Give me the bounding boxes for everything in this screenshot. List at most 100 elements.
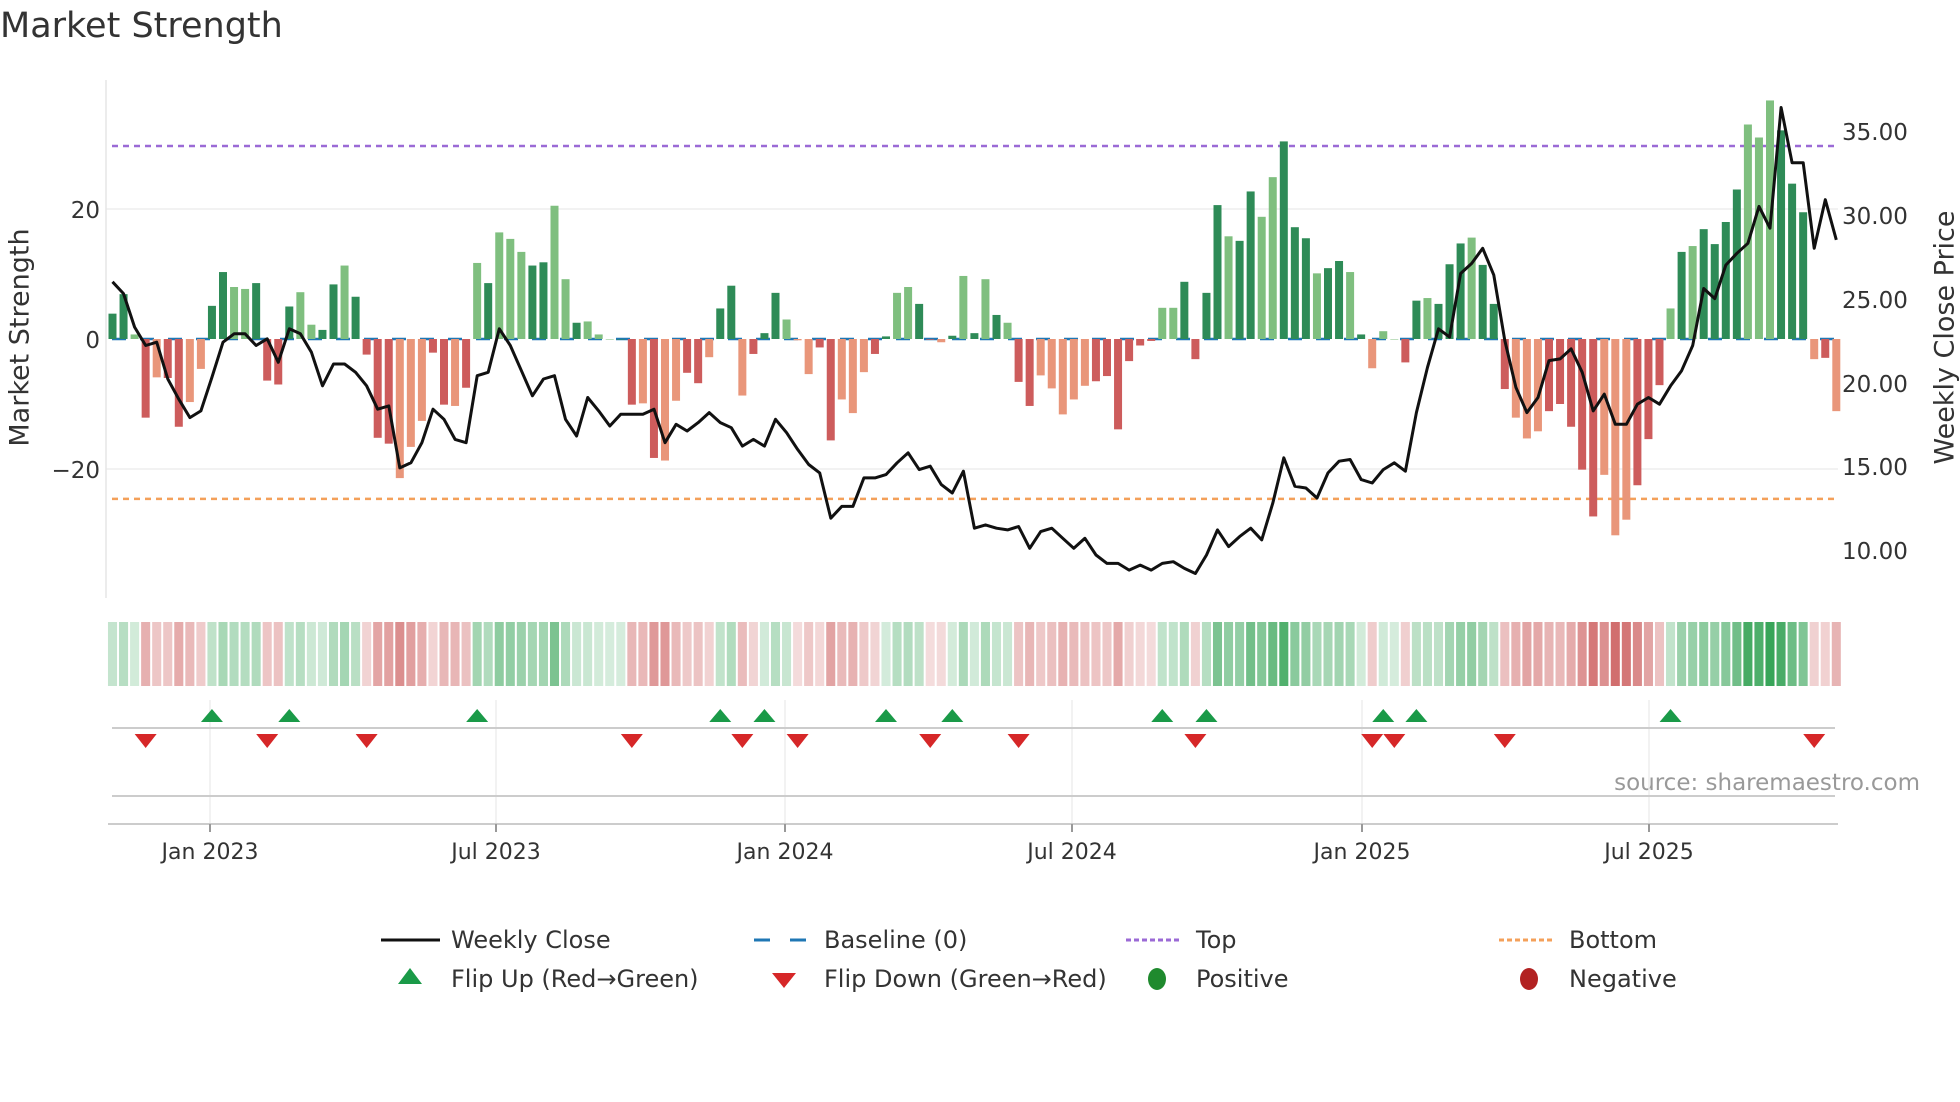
strength-bar (1290, 227, 1299, 339)
strip-cell (1776, 622, 1786, 686)
positive-circle-icon (1148, 968, 1166, 990)
strip-cell (1323, 622, 1333, 686)
strength-bar (1202, 292, 1211, 339)
strength-bar (1611, 339, 1620, 536)
strength-bar (1810, 339, 1819, 360)
strength-bar (1335, 261, 1344, 339)
strip-cell (1069, 622, 1079, 686)
strip-cell (1820, 622, 1830, 686)
legend-item-negative[interactable]: Negative (1569, 965, 1677, 993)
strip-cell (1577, 622, 1587, 686)
flip-up-marker (1151, 709, 1174, 722)
strength-bar (1213, 205, 1222, 339)
strength-bar (1699, 229, 1708, 339)
strip-cell (715, 622, 725, 686)
strip-cell (1666, 622, 1676, 686)
legend-item-flip-up[interactable]: Flip Up (Red→Green) (451, 965, 699, 993)
strip-cell (892, 622, 902, 686)
strip-cell (273, 622, 283, 686)
strength-bar (406, 339, 415, 447)
y-tick-label: −20 (51, 458, 100, 484)
strip-cell (1721, 622, 1731, 686)
strip-cell (1456, 622, 1466, 686)
strength-bar (207, 305, 216, 339)
strength-bar (550, 205, 559, 339)
legend-item-flip-down[interactable]: Flip Down (Green→Red) (824, 965, 1107, 993)
strength-bar (1401, 339, 1410, 363)
strength-bar (1467, 237, 1476, 339)
legend-item-weekly-close[interactable]: Weekly Close (451, 926, 611, 954)
strip-cell (417, 622, 427, 686)
strip-cell (594, 622, 604, 686)
y-ticks: 20 0 −20 (51, 198, 100, 484)
strip-cell (130, 622, 140, 686)
strip-cell (815, 622, 825, 686)
strip-cell (980, 622, 990, 686)
strength-bar (1224, 236, 1233, 339)
strip-cell (1411, 622, 1421, 686)
strip-cell (362, 622, 372, 686)
strip-cell (848, 622, 858, 686)
strength-bar (241, 288, 250, 339)
strip-cell (163, 622, 173, 686)
legend-item-top[interactable]: Top (1196, 926, 1237, 954)
negative-circle-icon (1520, 968, 1538, 990)
flip-down-marker (355, 734, 378, 748)
strength-bar (583, 321, 592, 339)
strip-cell (483, 622, 493, 686)
strip-cell (804, 622, 814, 686)
strip-cell (1433, 622, 1444, 686)
strength-bar (572, 322, 581, 339)
triangle-down-icon (772, 973, 796, 988)
strength-bar (1556, 339, 1565, 404)
strength-bar (1379, 331, 1388, 339)
legend-item-baseline[interactable]: Baseline (0) (824, 926, 967, 954)
strength-bar (1589, 339, 1598, 517)
strength-bar (307, 324, 316, 339)
strip-cell (351, 622, 361, 686)
strip-cell (1246, 622, 1256, 686)
strength-bar (1312, 273, 1321, 339)
strip-cell (770, 622, 781, 686)
strength-bar (1147, 339, 1156, 341)
strength-bar (870, 339, 879, 354)
y2-tick-label: 20.00 (1842, 372, 1908, 398)
strip-cell (969, 622, 979, 686)
strength-bar (915, 303, 924, 339)
strength-bar (1091, 339, 1100, 382)
strength-bar (705, 339, 714, 358)
strength-bar (1412, 300, 1421, 339)
strip-cell (1257, 622, 1267, 686)
strip-cell (1710, 622, 1720, 686)
strength-bar (1721, 222, 1730, 339)
strip-cell (196, 622, 206, 686)
strip-cell (1201, 622, 1211, 686)
strip-cell (174, 622, 184, 686)
legend-item-bottom[interactable]: Bottom (1569, 926, 1657, 954)
strip-cell (671, 622, 681, 686)
strip-cell (1224, 622, 1234, 686)
strip-cell (505, 622, 515, 686)
y2-tick-label: 15.00 (1842, 455, 1908, 481)
strength-bar (340, 265, 349, 339)
strip-cell (1356, 622, 1366, 686)
strength-bar (1036, 339, 1045, 376)
strip-cell (583, 622, 593, 686)
legend-item-positive[interactable]: Positive (1196, 965, 1289, 993)
strength-bar (318, 329, 327, 339)
strength-bar (694, 339, 703, 384)
strength-bar (738, 339, 747, 396)
strength-bar (716, 308, 725, 339)
flip-down-marker (1007, 734, 1030, 748)
strip-cell (991, 622, 1002, 686)
strength-bar (1754, 137, 1763, 339)
strip-cell (1765, 622, 1775, 686)
strip-cell (1654, 622, 1665, 686)
strip-cell (1036, 622, 1046, 686)
strength-bar (1158, 307, 1167, 339)
strip-cell (726, 622, 736, 686)
strip-cell (395, 622, 405, 686)
chart-canvas: 20 0 −20 35.00 30.00 25.00 20.00 15.00 1… (51, 80, 1908, 990)
strip-cell (1555, 622, 1565, 686)
flip-up-marker (200, 709, 223, 722)
